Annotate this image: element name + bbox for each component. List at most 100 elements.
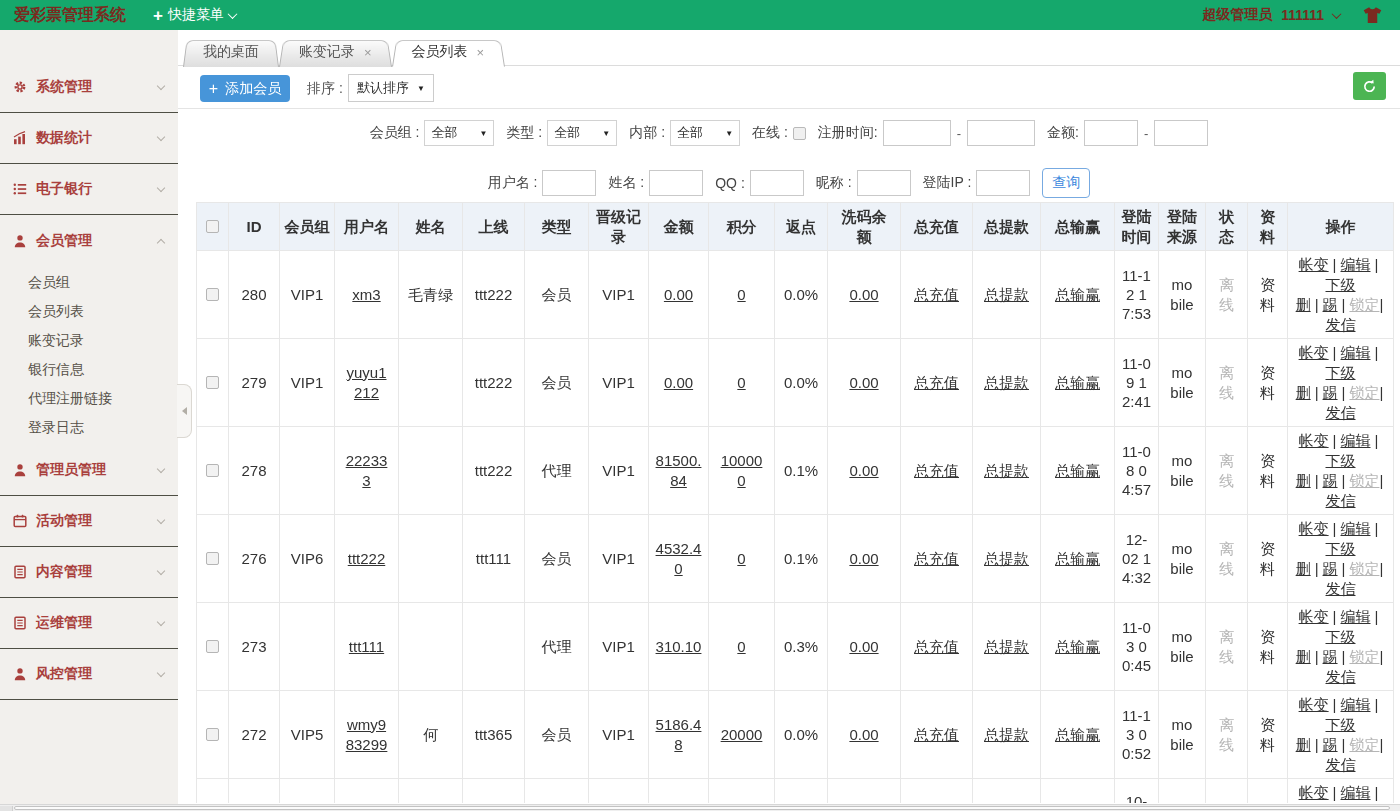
internal-select[interactable]: 全部▼ bbox=[670, 120, 740, 146]
row-checkbox[interactable] bbox=[206, 728, 219, 741]
search-button[interactable]: 查询 bbox=[1042, 168, 1090, 198]
total-recharge-link[interactable]: 总充值 bbox=[914, 374, 959, 391]
points-link[interactable]: 0 bbox=[737, 286, 745, 303]
sidebar-item-operations[interactable]: 运维管理 bbox=[0, 598, 178, 649]
op-delete[interactable]: 删 bbox=[1296, 648, 1311, 665]
op-edit[interactable]: 编辑 bbox=[1341, 608, 1371, 625]
total-winloss-link[interactable]: 总输赢 bbox=[1055, 638, 1100, 655]
op-subordinate[interactable]: 下级 bbox=[1326, 716, 1356, 733]
op-delete[interactable]: 删 bbox=[1296, 560, 1311, 577]
op-send-message[interactable]: 发信 bbox=[1326, 404, 1356, 421]
member-group-select[interactable]: 全部▼ bbox=[424, 120, 494, 146]
name-input[interactable] bbox=[649, 170, 703, 196]
amount-link[interactable]: 310.10 bbox=[656, 638, 702, 655]
op-account-change[interactable]: 帐变 bbox=[1299, 344, 1329, 361]
op-kick[interactable]: 踢 bbox=[1323, 736, 1338, 753]
add-member-button[interactable]: +添加会员 bbox=[200, 75, 290, 102]
op-subordinate[interactable]: 下级 bbox=[1326, 452, 1356, 469]
points-link[interactable]: 0 bbox=[737, 374, 745, 391]
online-checkbox[interactable] bbox=[793, 127, 806, 140]
amount-link[interactable]: 5186.48 bbox=[656, 716, 702, 753]
sidebar-item-stats[interactable]: 数据统计 bbox=[0, 113, 178, 164]
amount-to-input[interactable] bbox=[1154, 120, 1208, 146]
total-recharge-link[interactable]: 总充值 bbox=[914, 550, 959, 567]
nick-input[interactable] bbox=[857, 170, 911, 196]
username-link[interactable]: ttt111 bbox=[349, 638, 384, 655]
row-checkbox[interactable] bbox=[206, 464, 219, 477]
quick-menu-button[interactable]: + 快捷菜单 bbox=[153, 6, 236, 24]
theme-shirt-icon[interactable] bbox=[1363, 7, 1382, 24]
close-icon[interactable]: × bbox=[477, 45, 485, 60]
op-subordinate[interactable]: 下级 bbox=[1326, 628, 1356, 645]
row-checkbox[interactable] bbox=[206, 552, 219, 565]
total-withdraw-link[interactable]: 总提款 bbox=[984, 462, 1029, 479]
op-lock[interactable]: 锁定 bbox=[1349, 560, 1379, 577]
profile-link[interactable]: 资料 bbox=[1260, 364, 1275, 401]
op-account-change[interactable]: 帐变 bbox=[1299, 696, 1329, 713]
tab-account-change[interactable]: 账变记录× bbox=[279, 38, 392, 66]
op-subordinate[interactable]: 下级 bbox=[1326, 364, 1356, 381]
row-checkbox[interactable] bbox=[206, 640, 219, 653]
wash-balance-link[interactable]: 0.00 bbox=[849, 286, 878, 303]
total-withdraw-link[interactable]: 总提款 bbox=[984, 374, 1029, 391]
sidebar-subitem-agent-reg-link[interactable]: 代理注册链接 bbox=[0, 384, 178, 413]
op-account-change[interactable]: 帐变 bbox=[1299, 608, 1329, 625]
op-delete[interactable]: 删 bbox=[1296, 384, 1311, 401]
wash-balance-link[interactable]: 0.00 bbox=[849, 374, 878, 391]
scrollbar-thumb[interactable] bbox=[14, 806, 1390, 810]
sidebar-subitem-account-change[interactable]: 账变记录 bbox=[0, 326, 178, 355]
op-send-message[interactable]: 发信 bbox=[1326, 316, 1356, 333]
total-withdraw-link[interactable]: 总提款 bbox=[984, 286, 1029, 303]
admin-chevron-down-icon[interactable] bbox=[1332, 9, 1342, 19]
amount-link[interactable]: 0.00 bbox=[664, 374, 693, 391]
op-account-change[interactable]: 帐变 bbox=[1299, 784, 1329, 801]
profile-link[interactable]: 资料 bbox=[1260, 540, 1275, 577]
username-link[interactable]: xm3 bbox=[352, 286, 380, 303]
op-account-change[interactable]: 帐变 bbox=[1299, 256, 1329, 273]
profile-link[interactable]: 资料 bbox=[1260, 716, 1275, 753]
profile-link[interactable]: 资料 bbox=[1260, 452, 1275, 489]
op-lock[interactable]: 锁定 bbox=[1349, 384, 1379, 401]
sidebar-item-activity[interactable]: 活动管理 bbox=[0, 496, 178, 547]
total-recharge-link[interactable]: 总充值 bbox=[914, 462, 959, 479]
total-winloss-link[interactable]: 总输赢 bbox=[1055, 374, 1100, 391]
sidebar-subitem-member-group[interactable]: 会员组 bbox=[0, 268, 178, 297]
total-winloss-link[interactable]: 总输赢 bbox=[1055, 286, 1100, 303]
total-winloss-link[interactable]: 总输赢 bbox=[1055, 726, 1100, 743]
username-link[interactable]: ttt222 bbox=[348, 550, 386, 567]
refresh-button[interactable] bbox=[1353, 72, 1386, 100]
op-edit[interactable]: 编辑 bbox=[1341, 520, 1371, 537]
sidebar-item-content[interactable]: 内容管理 bbox=[0, 547, 178, 598]
op-edit[interactable]: 编辑 bbox=[1341, 256, 1371, 273]
tab-member-list[interactable]: 会员列表× bbox=[392, 38, 505, 66]
op-edit[interactable]: 编辑 bbox=[1341, 784, 1371, 801]
points-link[interactable]: 20000 bbox=[721, 726, 763, 743]
op-delete[interactable]: 删 bbox=[1296, 296, 1311, 313]
sidebar-item-system[interactable]: 系统管理 bbox=[0, 62, 178, 113]
amount-link[interactable]: 81500.84 bbox=[656, 452, 702, 489]
username-link[interactable]: wmy983299 bbox=[346, 716, 388, 753]
op-kick[interactable]: 踢 bbox=[1323, 296, 1338, 313]
amount-link[interactable]: 0.00 bbox=[664, 286, 693, 303]
ip-input[interactable] bbox=[976, 170, 1030, 196]
wash-balance-link[interactable]: 0.00 bbox=[849, 462, 878, 479]
username-link[interactable]: yuyu1212 bbox=[346, 364, 386, 401]
op-edit[interactable]: 编辑 bbox=[1341, 696, 1371, 713]
op-lock[interactable]: 锁定 bbox=[1349, 736, 1379, 753]
op-lock[interactable]: 锁定 bbox=[1349, 296, 1379, 313]
amount-link[interactable]: 4532.40 bbox=[656, 540, 702, 577]
op-send-message[interactable]: 发信 bbox=[1326, 580, 1356, 597]
tab-my-desktop[interactable]: 我的桌面 bbox=[183, 38, 279, 66]
row-checkbox[interactable] bbox=[206, 288, 219, 301]
op-send-message[interactable]: 发信 bbox=[1326, 668, 1356, 685]
sidebar-subitem-member-list[interactable]: 会员列表 bbox=[0, 297, 178, 326]
select-all-checkbox[interactable] bbox=[206, 220, 219, 233]
sidebar-subitem-login-log[interactable]: 登录日志 bbox=[0, 413, 178, 442]
row-checkbox[interactable] bbox=[206, 376, 219, 389]
regtime-from-input[interactable] bbox=[883, 120, 951, 146]
close-icon[interactable]: × bbox=[364, 45, 372, 60]
total-recharge-link[interactable]: 总充值 bbox=[914, 726, 959, 743]
op-kick[interactable]: 踢 bbox=[1323, 384, 1338, 401]
wash-balance-link[interactable]: 0.00 bbox=[849, 638, 878, 655]
horizontal-scrollbar[interactable] bbox=[0, 804, 1400, 811]
